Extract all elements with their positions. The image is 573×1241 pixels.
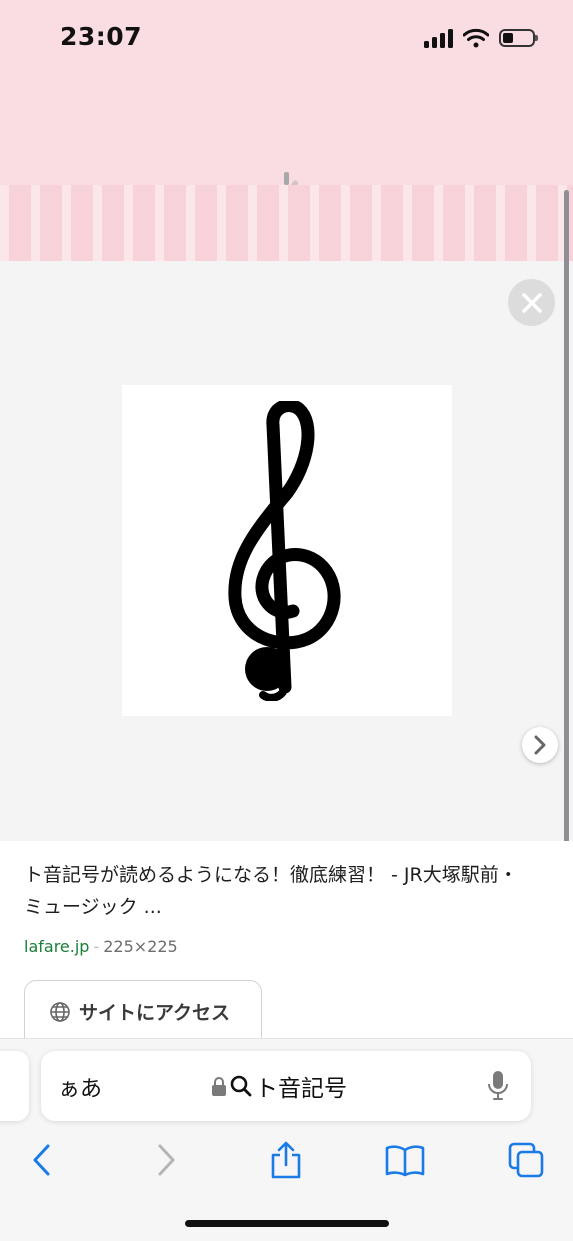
voice-search-button[interactable]	[487, 1069, 509, 1107]
tabs-button[interactable]	[501, 1135, 551, 1185]
search-icon	[230, 1075, 252, 1097]
globe-icon	[50, 1001, 70, 1022]
source-domain[interactable]: lafare.jp	[24, 937, 89, 956]
close-icon	[521, 292, 542, 313]
bookmarks-button[interactable]	[380, 1135, 430, 1185]
bookmarks-icon	[385, 1145, 425, 1177]
chevron-right-icon	[534, 735, 546, 755]
wifi-icon	[463, 28, 489, 48]
browser-toolbar: ぁあ ト音記号	[0, 1038, 573, 1241]
close-button[interactable]	[508, 279, 555, 326]
page-settings-button[interactable]: ぁあ	[58, 1071, 102, 1103]
lock-icon	[212, 1077, 226, 1096]
status-bar: 23:07	[0, 0, 573, 80]
page-header-banner	[0, 80, 573, 261]
next-image-button[interactable]	[522, 727, 558, 763]
toolbar-nav-row	[0, 1135, 573, 1185]
back-button[interactable]	[17, 1135, 67, 1185]
status-time: 23:07	[60, 22, 143, 51]
forward-button[interactable]	[141, 1135, 191, 1185]
share-button[interactable]	[261, 1135, 311, 1185]
source-separator: -	[93, 937, 100, 956]
status-icons	[424, 26, 538, 50]
battery-icon	[499, 29, 538, 47]
back-icon	[33, 1144, 50, 1176]
image-viewer	[0, 261, 573, 841]
result-info: ト音記号が読めるようになる！徹底練習！ - JR大塚駅前・ミュージック ... …	[0, 841, 573, 1042]
address-bar[interactable]: ぁあ ト音記号	[41, 1051, 531, 1121]
forward-icon	[158, 1144, 175, 1176]
microphone-icon	[488, 1071, 508, 1100]
preview-image[interactable]	[122, 385, 452, 716]
scrollbar[interactable]	[564, 190, 569, 870]
address-query[interactable]: ト音記号	[211, 1069, 347, 1103]
home-indicator[interactable]	[185, 1220, 389, 1227]
result-title[interactable]: ト音記号が読めるようになる！徹底練習！ - JR大塚駅前・ミュージック ...	[24, 859, 534, 923]
share-icon	[271, 1141, 301, 1179]
result-source: lafare.jp -225×225	[24, 937, 178, 956]
striped-banner	[0, 185, 573, 261]
previous-tab-card[interactable]	[0, 1051, 29, 1121]
treble-clef-icon	[228, 400, 341, 701]
image-dimensions: 225×225	[103, 937, 178, 956]
cellular-signal-icon	[424, 28, 453, 48]
search-query-text: ト音記号	[255, 1076, 347, 1102]
visit-site-button[interactable]: サイトにアクセス	[24, 980, 262, 1042]
visit-site-label: サイトにアクセス	[79, 1002, 231, 1024]
tabs-icon	[508, 1142, 544, 1178]
